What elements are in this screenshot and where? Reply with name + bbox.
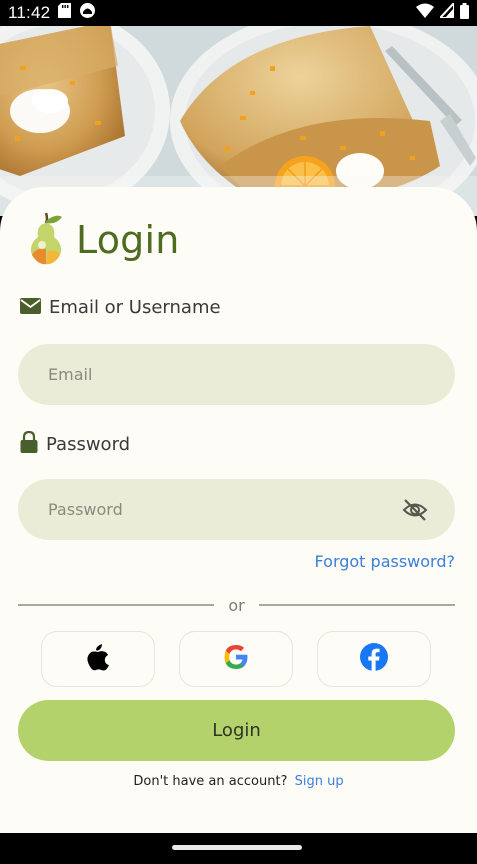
signup-link[interactable]: Sign up: [295, 774, 344, 789]
header: Login: [26, 211, 180, 269]
signup-row: Don't have an account? Sign up: [0, 774, 477, 789]
signal-icon: [437, 0, 455, 23]
email-label: Email or Username: [49, 297, 221, 318]
battery-icon: [460, 2, 469, 24]
apple-icon: [86, 643, 110, 675]
divider-line-left: [18, 604, 215, 606]
status-bar: 11:42: [0, 0, 477, 26]
password-label: Password: [46, 433, 131, 455]
email-label-row: Email or Username: [20, 297, 221, 318]
page-title: Login: [76, 218, 180, 262]
mail-icon: [20, 297, 41, 318]
email-field-container: [18, 344, 455, 405]
divider-text: or: [228, 595, 245, 615]
eye-off-icon[interactable]: [401, 496, 429, 524]
signup-prompt: Don't have an account?: [133, 774, 288, 789]
login-button[interactable]: Login: [18, 700, 455, 761]
lock-icon: [20, 430, 38, 457]
facebook-login-button[interactable]: [317, 631, 431, 687]
forgot-password-link[interactable]: Forgot password?: [315, 552, 455, 571]
login-card: Login Email or Username Password Forgot …: [0, 187, 477, 833]
home-indicator[interactable]: [172, 845, 302, 850]
pear-logo-icon: [26, 211, 66, 269]
or-divider: or: [18, 594, 455, 616]
google-icon: [222, 643, 250, 675]
password-label-row: Password: [20, 430, 131, 457]
apple-login-button[interactable]: [41, 631, 155, 687]
wifi-icon: [416, 3, 434, 23]
notification-icon: [79, 2, 96, 24]
status-time: 11:42: [8, 3, 51, 22]
navigation-bar: [0, 833, 477, 864]
password-field[interactable]: [48, 500, 388, 519]
facebook-icon: [360, 643, 388, 675]
password-field-container: [18, 479, 455, 540]
google-login-button[interactable]: [179, 631, 293, 687]
divider-line-right: [258, 604, 455, 606]
email-field[interactable]: [48, 365, 388, 384]
sd-card-icon: [58, 3, 72, 23]
